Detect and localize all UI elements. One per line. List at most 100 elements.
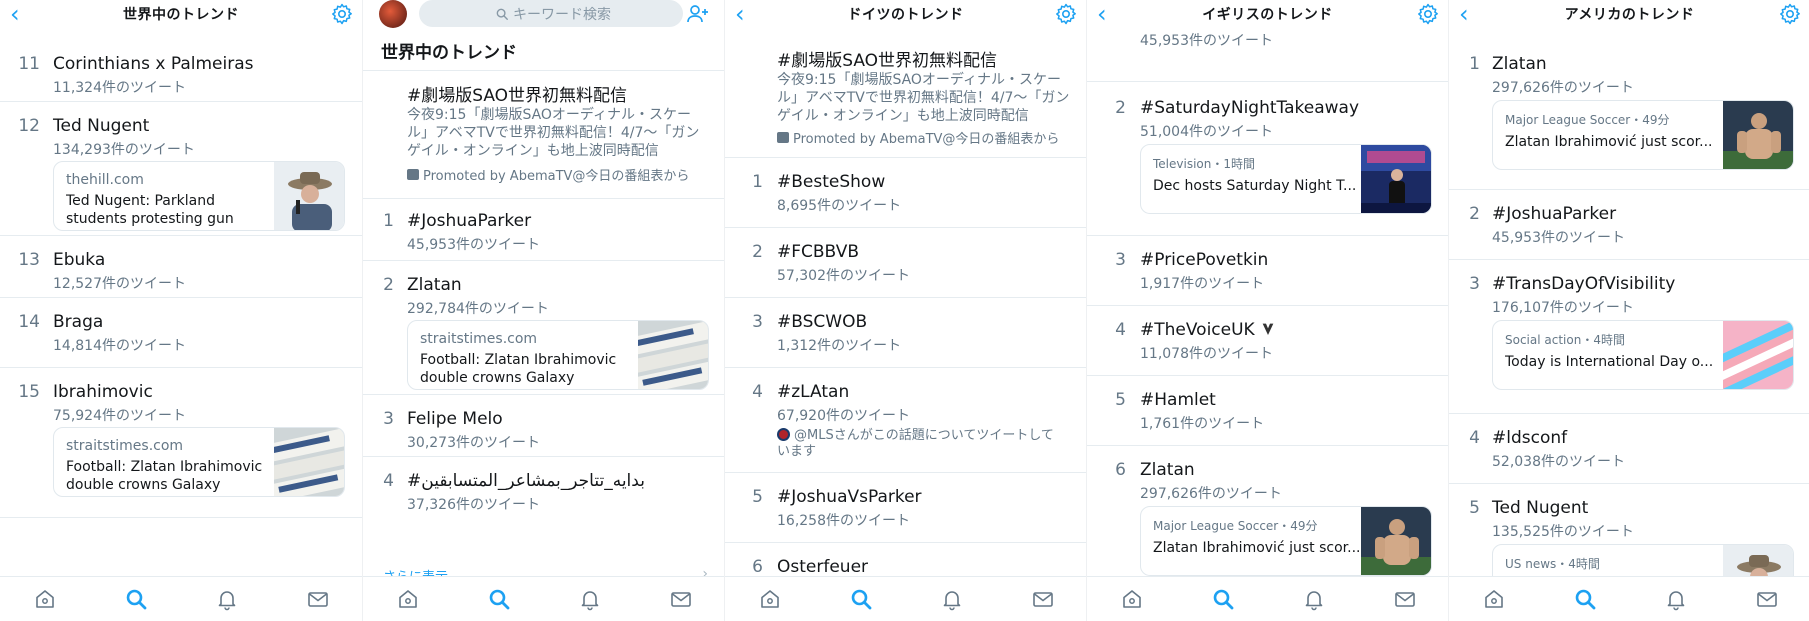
news-card[interactable]: straitstimes.com Football: Zlatan Ibrahi… (407, 320, 709, 390)
trend-list: 世界中のトレンド #劇場版SAO世界初無料配信 今夜9:15「劇場版SAOオーデ… (363, 28, 724, 576)
card-source: straitstimes.com (420, 331, 538, 347)
bell-icon[interactable] (215, 587, 239, 611)
trend-item[interactable]: 3 #BSCWOB 1,312件のツイート (725, 298, 1086, 368)
card-source: straitstimes.com (66, 438, 184, 454)
mail-icon[interactable] (1755, 587, 1779, 611)
avatar[interactable] (379, 0, 407, 28)
card-source: Major League Soccer・49分 (1153, 519, 1318, 533)
trend-list: 1 Zlatan 297,626件のツイート Major League Socc… (1449, 28, 1809, 576)
chevron-right-icon[interactable]: › (702, 566, 708, 576)
trend-item[interactable]: 1 #JoshuaParker 45,953件のツイート (363, 199, 724, 261)
trend-item[interactable]: 4 #TheVoiceUK 11,078件のツイート (1087, 306, 1448, 376)
trend-item[interactable]: 12 Ted Nugent 134,293件のツイート thehill.com … (0, 102, 362, 236)
trend-name-text: #TheVoiceUK (1140, 320, 1255, 340)
show-more-link[interactable]: さらに表示 (383, 566, 448, 576)
trend-item[interactable]: 4 #zLAtan 67,920件のツイート @MLSさんがこの話題についてツイ… (725, 368, 1086, 473)
trend-item[interactable]: 13 Ebuka 12,527件のツイート (0, 236, 362, 298)
search-icon[interactable] (1211, 587, 1235, 611)
trend-name: #劇場版SAO世界初無料配信 (777, 51, 998, 71)
mail-icon[interactable] (1031, 587, 1055, 611)
trend-rank: 14 (18, 312, 40, 332)
tweet-count: 8,695件のツイート (777, 198, 902, 214)
trend-item[interactable]: 14 Braga 14,814件のツイート (0, 298, 362, 368)
trend-rank: 1 (752, 172, 763, 192)
news-card[interactable]: thehill.com Ted Nugent: Parkland student… (53, 161, 345, 231)
search-icon[interactable] (849, 587, 873, 611)
gear-icon[interactable] (330, 2, 354, 26)
page-title: ドイツのトレンド (847, 7, 964, 23)
trend-item[interactable]: 6 Osterfeuer (725, 543, 1086, 576)
trend-rank: 3 (752, 312, 763, 332)
tweet-count: 14,814件のツイート (53, 338, 186, 354)
trend-item[interactable]: 4 #ldsconf 52,038件のツイート (1449, 414, 1809, 484)
trend-rank: 5 (1469, 498, 1480, 518)
home-icon[interactable] (758, 587, 782, 611)
trend-name: #بدايه_تتاجر_بمشاعر_المتسابقين (407, 471, 645, 491)
trend-item[interactable]: 15 Ibrahimovic 75,924件のツイート straitstimes… (0, 368, 362, 518)
bell-icon[interactable] (1664, 587, 1688, 611)
trend-item[interactable]: 3 #PricePovetkin 1,917件のツイート (1087, 236, 1448, 306)
trend-item[interactable]: 1 #BesteShow 8,695件のツイート (725, 158, 1086, 228)
trend-name: #Hamlet (1140, 390, 1216, 410)
promoted-description: 今夜9:15「劇場版SAOオーディナル・スケール」アベマTVで世界初無料配信！4… (777, 72, 1070, 124)
tweet-count: 297,626件のツイート (1492, 80, 1634, 96)
trend-name: #ldsconf (1492, 428, 1568, 448)
bell-icon[interactable] (940, 587, 964, 611)
search-icon[interactable] (487, 587, 511, 611)
bell-icon[interactable] (1302, 587, 1326, 611)
tweet-count: 57,302件のツイート (777, 268, 910, 284)
search-icon[interactable] (124, 587, 148, 611)
trend-item[interactable]: 2 #FCBBVB 57,302件のツイート (725, 228, 1086, 298)
search-input[interactable]: キーワード検索 (419, 0, 683, 27)
trend-name: #SaturdayNightTakeaway (1140, 98, 1360, 118)
mail-icon[interactable] (669, 587, 693, 611)
trend-name: #BesteShow (777, 172, 886, 192)
trend-item[interactable]: 45,953件のツイート (1087, 28, 1448, 82)
chevron-left-icon[interactable]: ‹ (1097, 0, 1107, 28)
trend-item[interactable]: 3 Felipe Melo 30,273件のツイート (363, 395, 724, 457)
gear-icon[interactable] (1416, 2, 1440, 26)
search-icon[interactable] (1573, 587, 1597, 611)
trend-item[interactable]: 1 Zlatan 297,626件のツイート Major League Socc… (1449, 28, 1809, 190)
news-card[interactable]: Major League Soccer・49分 Zlatan Ibrahimov… (1140, 506, 1432, 576)
trend-item[interactable]: 6 Zlatan 297,626件のツイート Major League Socc… (1087, 446, 1448, 576)
tweet-count: 52,038件のツイート (1492, 454, 1625, 470)
trend-item[interactable]: 3 #TransDayOfVisibility 176,107件のツイート So… (1449, 260, 1809, 414)
page-title: 世界中のトレンド (123, 7, 239, 23)
home-icon[interactable] (33, 587, 57, 611)
trend-item[interactable]: 2 #SaturdayNightTakeaway 51,004件のツイート Te… (1087, 82, 1448, 236)
bell-icon[interactable] (578, 587, 602, 611)
promoted-trend[interactable]: #劇場版SAO世界初無料配信 今夜9:15「劇場版SAOオーディナル・スケール」… (725, 28, 1086, 158)
trend-item[interactable]: 5 #Hamlet 1,761件のツイート (1087, 376, 1448, 446)
chevron-left-icon[interactable]: ‹ (1459, 0, 1469, 28)
news-card[interactable]: straitstimes.com Football: Zlatan Ibrahi… (53, 427, 345, 497)
chevron-left-icon[interactable]: ‹ (10, 0, 20, 28)
tweet-count: 292,784件のツイート (407, 301, 549, 317)
trend-name: Ibrahimovic (53, 382, 153, 402)
news-card[interactable]: US news・4時間 (1492, 544, 1794, 576)
trend-item[interactable]: 4 #بدايه_تتاجر_بمشاعر_المتسابقين 37,326件… (363, 457, 724, 519)
home-icon[interactable] (396, 587, 420, 611)
trend-item[interactable]: 11 Corinthians x Palmeiras 11,324件のツイート (0, 42, 362, 102)
news-card[interactable]: Social action・4時間 Today is International… (1492, 320, 1794, 390)
trend-list: 45,953件のツイート 2 #SaturdayNightTakeaway 51… (1087, 28, 1448, 576)
soccer-player-photo (1723, 101, 1793, 169)
trend-item[interactable]: 5 Ted Nugent 135,525件のツイート US news・4時間 (1449, 484, 1809, 576)
mail-icon[interactable] (306, 587, 330, 611)
add-user-icon[interactable] (686, 2, 710, 26)
mls-logo-icon (777, 428, 790, 441)
news-card[interactable]: Major League Soccer・49分 Zlatan Ibrahimov… (1492, 100, 1794, 170)
gear-icon[interactable] (1778, 2, 1802, 26)
mail-icon[interactable] (1393, 587, 1417, 611)
gear-icon[interactable] (1054, 2, 1078, 26)
home-icon[interactable] (1120, 587, 1144, 611)
news-card[interactable]: Television・1時間 Dec hosts Saturday Night … (1140, 144, 1432, 214)
chevron-left-icon[interactable]: ‹ (735, 0, 745, 28)
trend-name: #TransDayOfVisibility (1492, 274, 1676, 294)
trend-item[interactable]: 2 Zlatan 292,784件のツイート straitstimes.com … (363, 261, 724, 395)
home-icon[interactable] (1482, 587, 1506, 611)
card-headline: Dec hosts Saturday Night T... (1153, 178, 1357, 194)
promoted-trend[interactable]: #劇場版SAO世界初無料配信 今夜9:15「劇場版SAOオーディナル・スケール」… (363, 71, 724, 199)
trend-item[interactable]: 2 #JoshuaParker 45,953件のツイート (1449, 190, 1809, 260)
trend-item[interactable]: 5 #JoshuaVsParker 16,258件のツイート (725, 473, 1086, 543)
